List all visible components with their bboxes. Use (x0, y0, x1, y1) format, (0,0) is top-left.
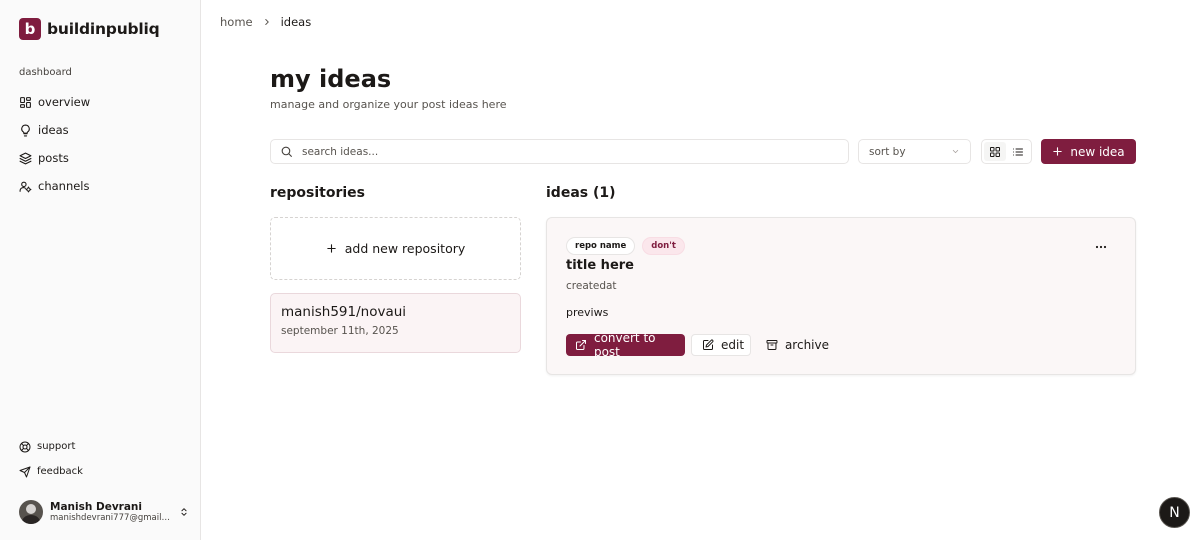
lightbulb-icon (21, 124, 30, 136)
plus-icon (1053, 147, 1063, 156)
repositories-title: repositories (270, 185, 366, 201)
plus-icon (327, 244, 336, 253)
sidebar-group-label: dashboard (19, 67, 72, 78)
sidebar-item-label: overview (38, 95, 91, 109)
edit-icon (703, 339, 714, 350)
send-icon (19, 466, 31, 477)
page-title: my ideas (270, 65, 392, 93)
sidebar-item-posts[interactable]: posts (19, 144, 189, 172)
sidebar-nav: overview ideas posts channels (19, 88, 189, 200)
idea-preview: previws (566, 306, 609, 319)
user-name: Manish Devrani (50, 501, 143, 513)
breadcrumb-home[interactable]: home (220, 15, 253, 29)
edit-button[interactable]: edit (691, 334, 751, 356)
add-repository-label: add new repository (344, 241, 466, 256)
next-devtools-button[interactable]: N (1159, 497, 1190, 528)
sidebar-footer-nav: support feedback (19, 434, 189, 484)
idea-tags: repo name don't (566, 237, 685, 255)
new-idea-label: new idea (1070, 144, 1125, 159)
idea-card: repo name don't title here createdat pre… (546, 217, 1136, 375)
sidebar-item-label: channels (38, 179, 90, 193)
sort-label: sort by (869, 145, 906, 158)
brand-logo[interactable]: b buildinpubliq (19, 18, 160, 40)
ideas-title: ideas (1) (546, 185, 616, 201)
repository-date: september 11th, 2025 (281, 325, 399, 337)
sidebar-item-label: support (37, 441, 76, 452)
list-view-button[interactable] (1008, 142, 1030, 161)
convert-to-post-button[interactable]: convert to post (566, 331, 685, 359)
list-icon (1013, 148, 1024, 155)
repository-card[interactable]: manish591/novaui september 11th, 2025 (270, 293, 521, 353)
grid-icon (989, 146, 1000, 157)
sidebar-item-overview[interactable]: overview (19, 88, 189, 116)
chevrons-up-down-icon (181, 508, 187, 516)
lifebuoy-icon (19, 441, 31, 452)
sidebar-item-ideas[interactable]: ideas (19, 116, 189, 144)
user-email: manishdevrani777@gmail.com (50, 513, 172, 523)
search-box (270, 139, 849, 164)
sidebar-item-label: posts (38, 151, 69, 165)
repo-tag: repo name (566, 237, 636, 255)
sidebar-item-channels[interactable]: channels (19, 172, 189, 200)
new-idea-button[interactable]: new idea (1041, 139, 1136, 164)
sort-select[interactable]: sort by (858, 139, 971, 164)
chevron-right-icon (264, 19, 269, 25)
sidebar-item-label: feedback (37, 466, 83, 477)
edit-label: edit (721, 338, 745, 352)
layers-icon (19, 152, 32, 164)
add-repository-button[interactable]: add new repository (270, 217, 521, 280)
layout-dashboard-icon (20, 96, 31, 108)
page-subtitle: manage and organize your post ideas here (270, 98, 507, 111)
logo-icon: b (19, 18, 41, 40)
breadcrumb-current: ideas (280, 15, 312, 29)
more-options-button[interactable] (1091, 239, 1111, 255)
avatar (19, 500, 43, 524)
breadcrumb: home ideas (220, 15, 311, 29)
user-menu[interactable]: Manish Devrani manishdevrani777@gmail.co… (19, 496, 189, 528)
sidebar-item-feedback[interactable]: feedback (19, 459, 189, 484)
status-badge: don't (642, 237, 685, 255)
convert-label: convert to post (593, 331, 656, 359)
sidebar-item-support[interactable]: support (19, 434, 189, 459)
sidebar: b buildinpubliq dashboard overview ideas… (0, 0, 201, 540)
archive-label: archive (784, 338, 829, 352)
idea-title: title here (566, 258, 634, 273)
more-horizontal-icon (1095, 245, 1107, 249)
user-info: Manish Devrani manishdevrani777@gmail.co… (50, 501, 172, 523)
view-toggle (981, 139, 1032, 164)
archive-icon (766, 340, 778, 350)
chevron-down-icon (952, 149, 959, 154)
grid-view-button[interactable] (984, 142, 1006, 161)
search-icon (281, 146, 292, 157)
archive-button[interactable]: archive (757, 334, 829, 356)
brand-name: buildinpubliq (47, 20, 160, 38)
users-icon (19, 181, 32, 192)
idea-created: createdat (566, 280, 617, 292)
sidebar-item-label: ideas (38, 123, 69, 137)
repository-name: manish591/novaui (281, 304, 407, 320)
external-link-icon (575, 340, 586, 350)
search-input[interactable] (302, 145, 822, 158)
